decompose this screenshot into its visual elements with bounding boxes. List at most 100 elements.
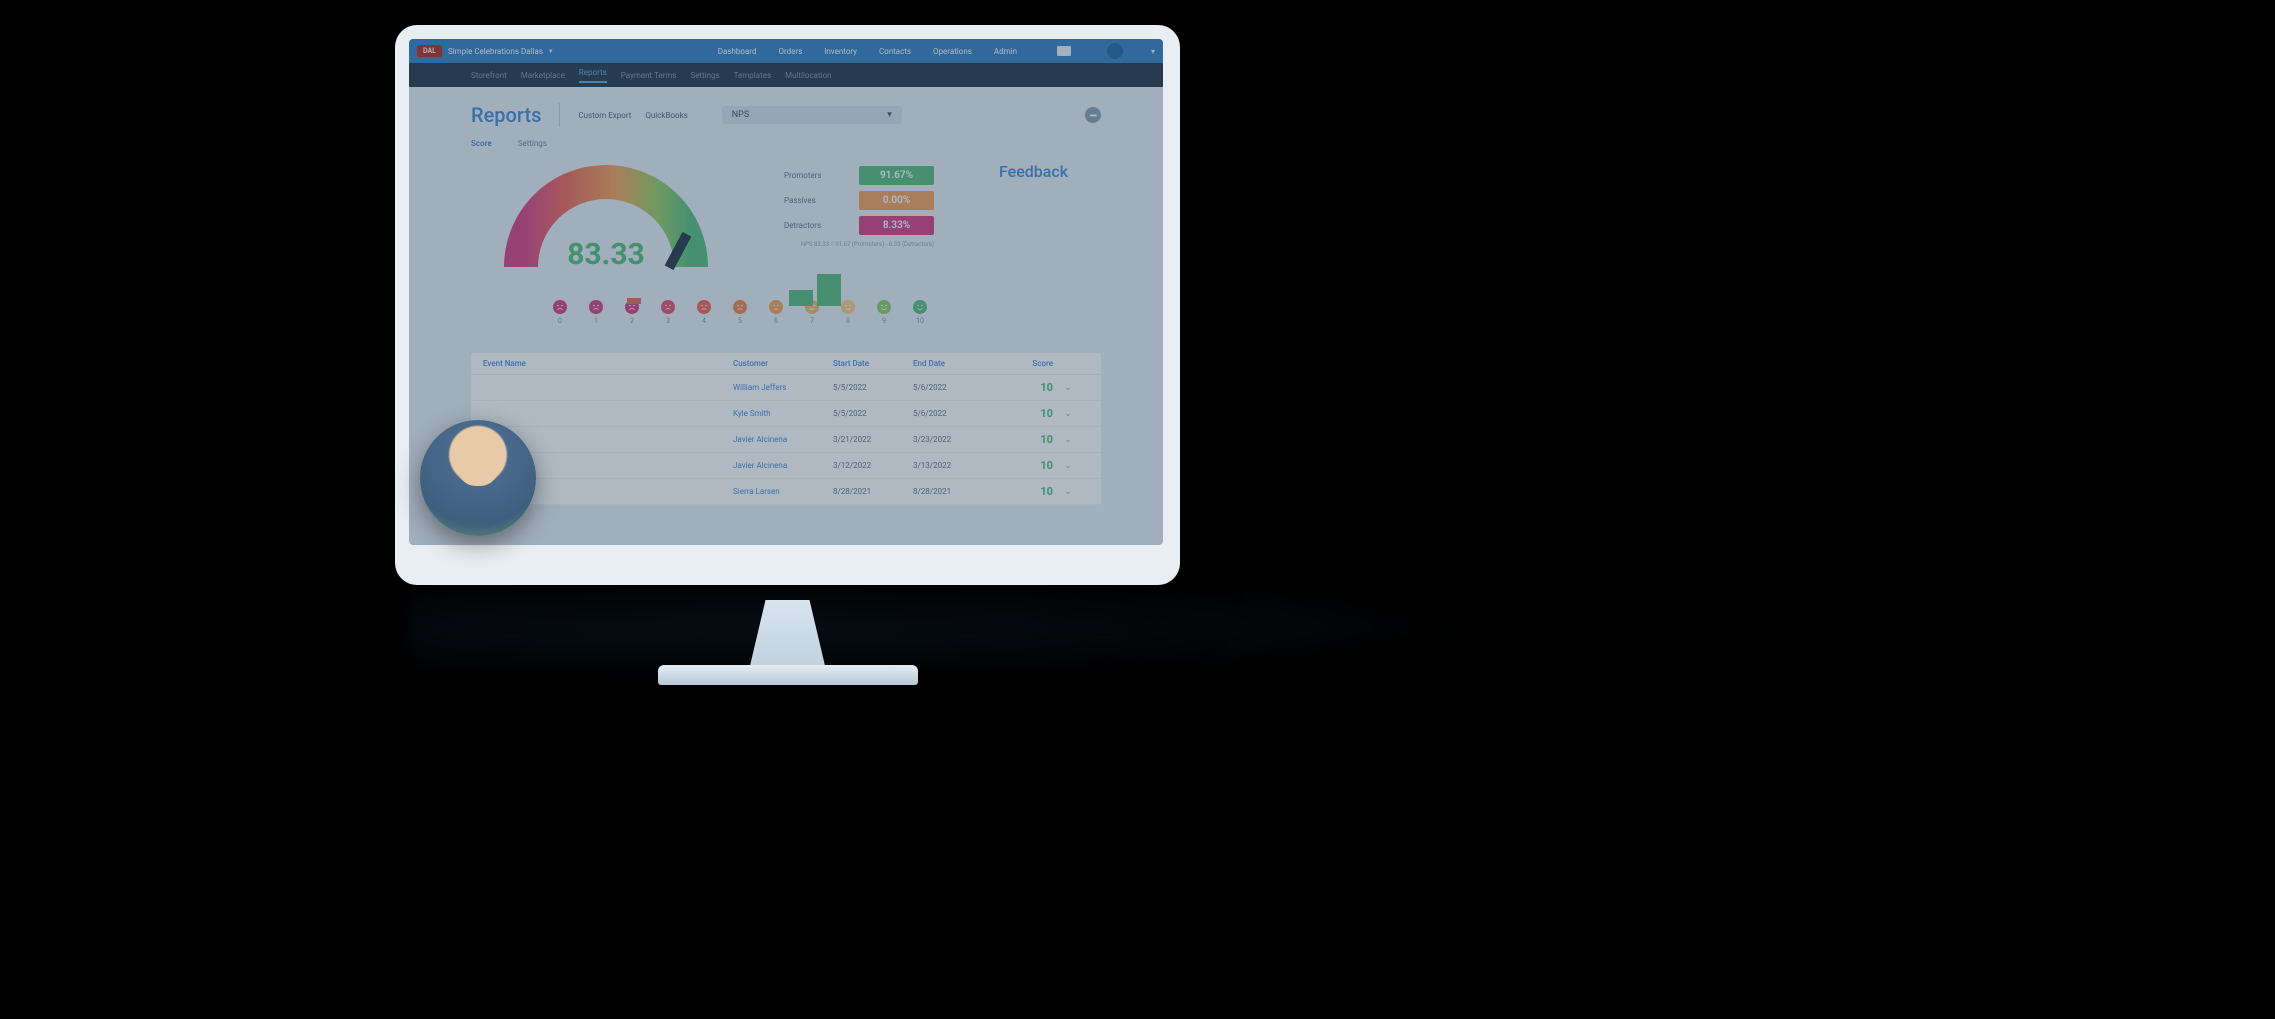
nps-formula: NPS 83.33 = 91.67 (Promoters) - 8.33 (De… (784, 241, 934, 248)
nps-gauge: 83.33 (501, 162, 711, 282)
company-name[interactable]: Simple Celebrations Dallas (448, 47, 543, 56)
link-quickbooks[interactable]: QuickBooks (645, 111, 687, 120)
nps-histogram (789, 270, 841, 306)
report-tabs: Score Settings (409, 135, 1163, 152)
face-label: 0 (553, 317, 567, 325)
face-label: 1 (589, 317, 603, 325)
stat-passives: Passives 0.00% (784, 191, 934, 210)
tab-score[interactable]: Score (471, 139, 492, 148)
col-event-name[interactable]: Event Name (483, 359, 733, 368)
expand-row-icon[interactable]: ⌄ (1053, 409, 1083, 419)
subnav: Storefront Marketplace Reports Payment T… (409, 63, 1163, 87)
table-row[interactable]: HIGH PEAK Sierra Larsen 8/28/2021 8/28/2… (471, 479, 1101, 505)
nav-orders[interactable]: Orders (778, 47, 802, 56)
face-label: 9 (877, 317, 891, 325)
cell-customer[interactable]: Javier Alcinena (733, 461, 833, 470)
face-label: 3 (661, 317, 675, 325)
subnav-settings[interactable]: Settings (690, 71, 719, 80)
nav-dashboard[interactable]: Dashboard (718, 47, 757, 56)
table-row[interactable]: Kyle Smith 5/5/2022 5/6/2022 10 ⌄ (471, 401, 1101, 427)
reports-header: Reports Custom Export QuickBooks NPS ▾ − (409, 87, 1163, 135)
subnav-payment-terms[interactable]: Payment Terms (621, 71, 677, 80)
face-6-icon (769, 300, 783, 314)
table-row[interactable]: William Jeffers 5/5/2022 5/6/2022 10 ⌄ (471, 375, 1101, 401)
inbox-icon[interactable] (1057, 46, 1071, 56)
cell-end: 5/6/2022 (913, 409, 993, 418)
user-avatar[interactable] (1107, 43, 1123, 59)
col-customer[interactable]: Customer (733, 359, 833, 368)
user-menu-chevron-icon[interactable]: ▾ (1151, 47, 1155, 56)
monitor-stand-neck (733, 600, 843, 670)
face-label: 10 (913, 317, 927, 325)
subnav-multilocation[interactable]: Multilocation (785, 71, 832, 80)
cell-score: 10 (993, 407, 1053, 420)
stat-value: 0.00% (859, 191, 934, 210)
stat-detractors: Detractors 8.33% (784, 216, 934, 235)
cell-start: 5/5/2022 (833, 383, 913, 392)
face-0-icon (553, 300, 567, 314)
face-label: 7 (805, 317, 819, 325)
face-label: 6 (769, 317, 783, 325)
face-4-icon (697, 300, 711, 314)
nav-admin[interactable]: Admin (994, 47, 1017, 56)
stat-label: Passives (784, 196, 859, 205)
stat-label: Promoters (784, 171, 859, 180)
stat-value: 91.67% (859, 166, 934, 185)
cell-end: 3/13/2022 (913, 461, 993, 470)
cell-customer[interactable]: Sierra Larsen (733, 487, 833, 496)
subnav-storefront[interactable]: Storefront (471, 71, 507, 80)
cell-customer[interactable]: William Jeffers (733, 383, 833, 392)
col-score[interactable]: Score (993, 359, 1053, 368)
col-end-date[interactable]: End Date (913, 359, 993, 368)
link-custom-export[interactable]: Custom Export (578, 111, 631, 120)
cell-customer[interactable]: Javier Alcinena (733, 435, 833, 444)
page-title: Reports (471, 103, 541, 127)
expand-row-icon[interactable]: ⌄ (1053, 461, 1083, 471)
face-8-icon (841, 300, 855, 314)
feedback-heading: Feedback (999, 162, 1068, 181)
topbar: DAL Simple Celebrations Dallas ▾ Dashboa… (409, 39, 1163, 63)
face-3-icon (661, 300, 675, 314)
nav-contacts[interactable]: Contacts (879, 47, 911, 56)
expand-row-icon[interactable]: ⌄ (1053, 435, 1083, 445)
hist-bar-4 (627, 298, 641, 304)
select-chevron-icon: ▾ (887, 110, 892, 120)
subnav-marketplace[interactable]: Marketplace (521, 71, 565, 80)
cell-start: 5/5/2022 (833, 409, 913, 418)
cell-customer[interactable]: Kyle Smith (733, 409, 833, 418)
face-5-icon (733, 300, 747, 314)
table-row[interactable]: Javier Alcinena 3/21/2022 3/23/2022 10 ⌄ (471, 427, 1101, 453)
select-value: NPS (732, 110, 749, 120)
nav-operations[interactable]: Operations (933, 47, 972, 56)
hist-bar-9 (789, 290, 813, 306)
responses-table: Event Name Customer Start Date End Date … (471, 353, 1101, 505)
nav-inventory[interactable]: Inventory (824, 47, 857, 56)
face-1-icon (589, 300, 603, 314)
subnav-reports[interactable]: Reports (579, 68, 607, 83)
tab-settings[interactable]: Settings (518, 139, 547, 148)
cell-score: 10 (993, 433, 1053, 446)
report-type-select[interactable]: NPS ▾ (722, 106, 902, 124)
face-label: 5 (733, 317, 747, 325)
cell-score: 10 (993, 485, 1053, 498)
cell-score: 10 (993, 381, 1053, 394)
cell-score: 10 (993, 459, 1053, 472)
stat-label: Detractors (784, 221, 859, 230)
table-row[interactable]: Javier Alcinena 3/12/2022 3/13/2022 10 ⌄ (471, 453, 1101, 479)
expand-row-icon[interactable]: ⌄ (1053, 383, 1083, 393)
nps-stats: Promoters 91.67% Passives 0.00% Detracto… (784, 166, 934, 248)
face-9-icon (877, 300, 891, 314)
face-label: 4 (697, 317, 711, 325)
subnav-templates[interactable]: Templates (734, 71, 771, 80)
stat-promoters: Promoters 91.67% (784, 166, 934, 185)
top-nav: Dashboard Orders Inventory Contacts Oper… (718, 43, 1155, 59)
remove-button[interactable]: − (1085, 107, 1101, 123)
face-label: 8 (841, 317, 855, 325)
chevron-down-icon[interactable]: ▾ (549, 47, 553, 55)
cell-start: 3/21/2022 (833, 435, 913, 444)
cell-start: 3/12/2022 (833, 461, 913, 470)
expand-row-icon[interactable]: ⌄ (1053, 487, 1083, 497)
cell-end: 5/6/2022 (913, 383, 993, 392)
col-start-date[interactable]: Start Date (833, 359, 913, 368)
gauge-value: 83.33 (501, 237, 711, 272)
